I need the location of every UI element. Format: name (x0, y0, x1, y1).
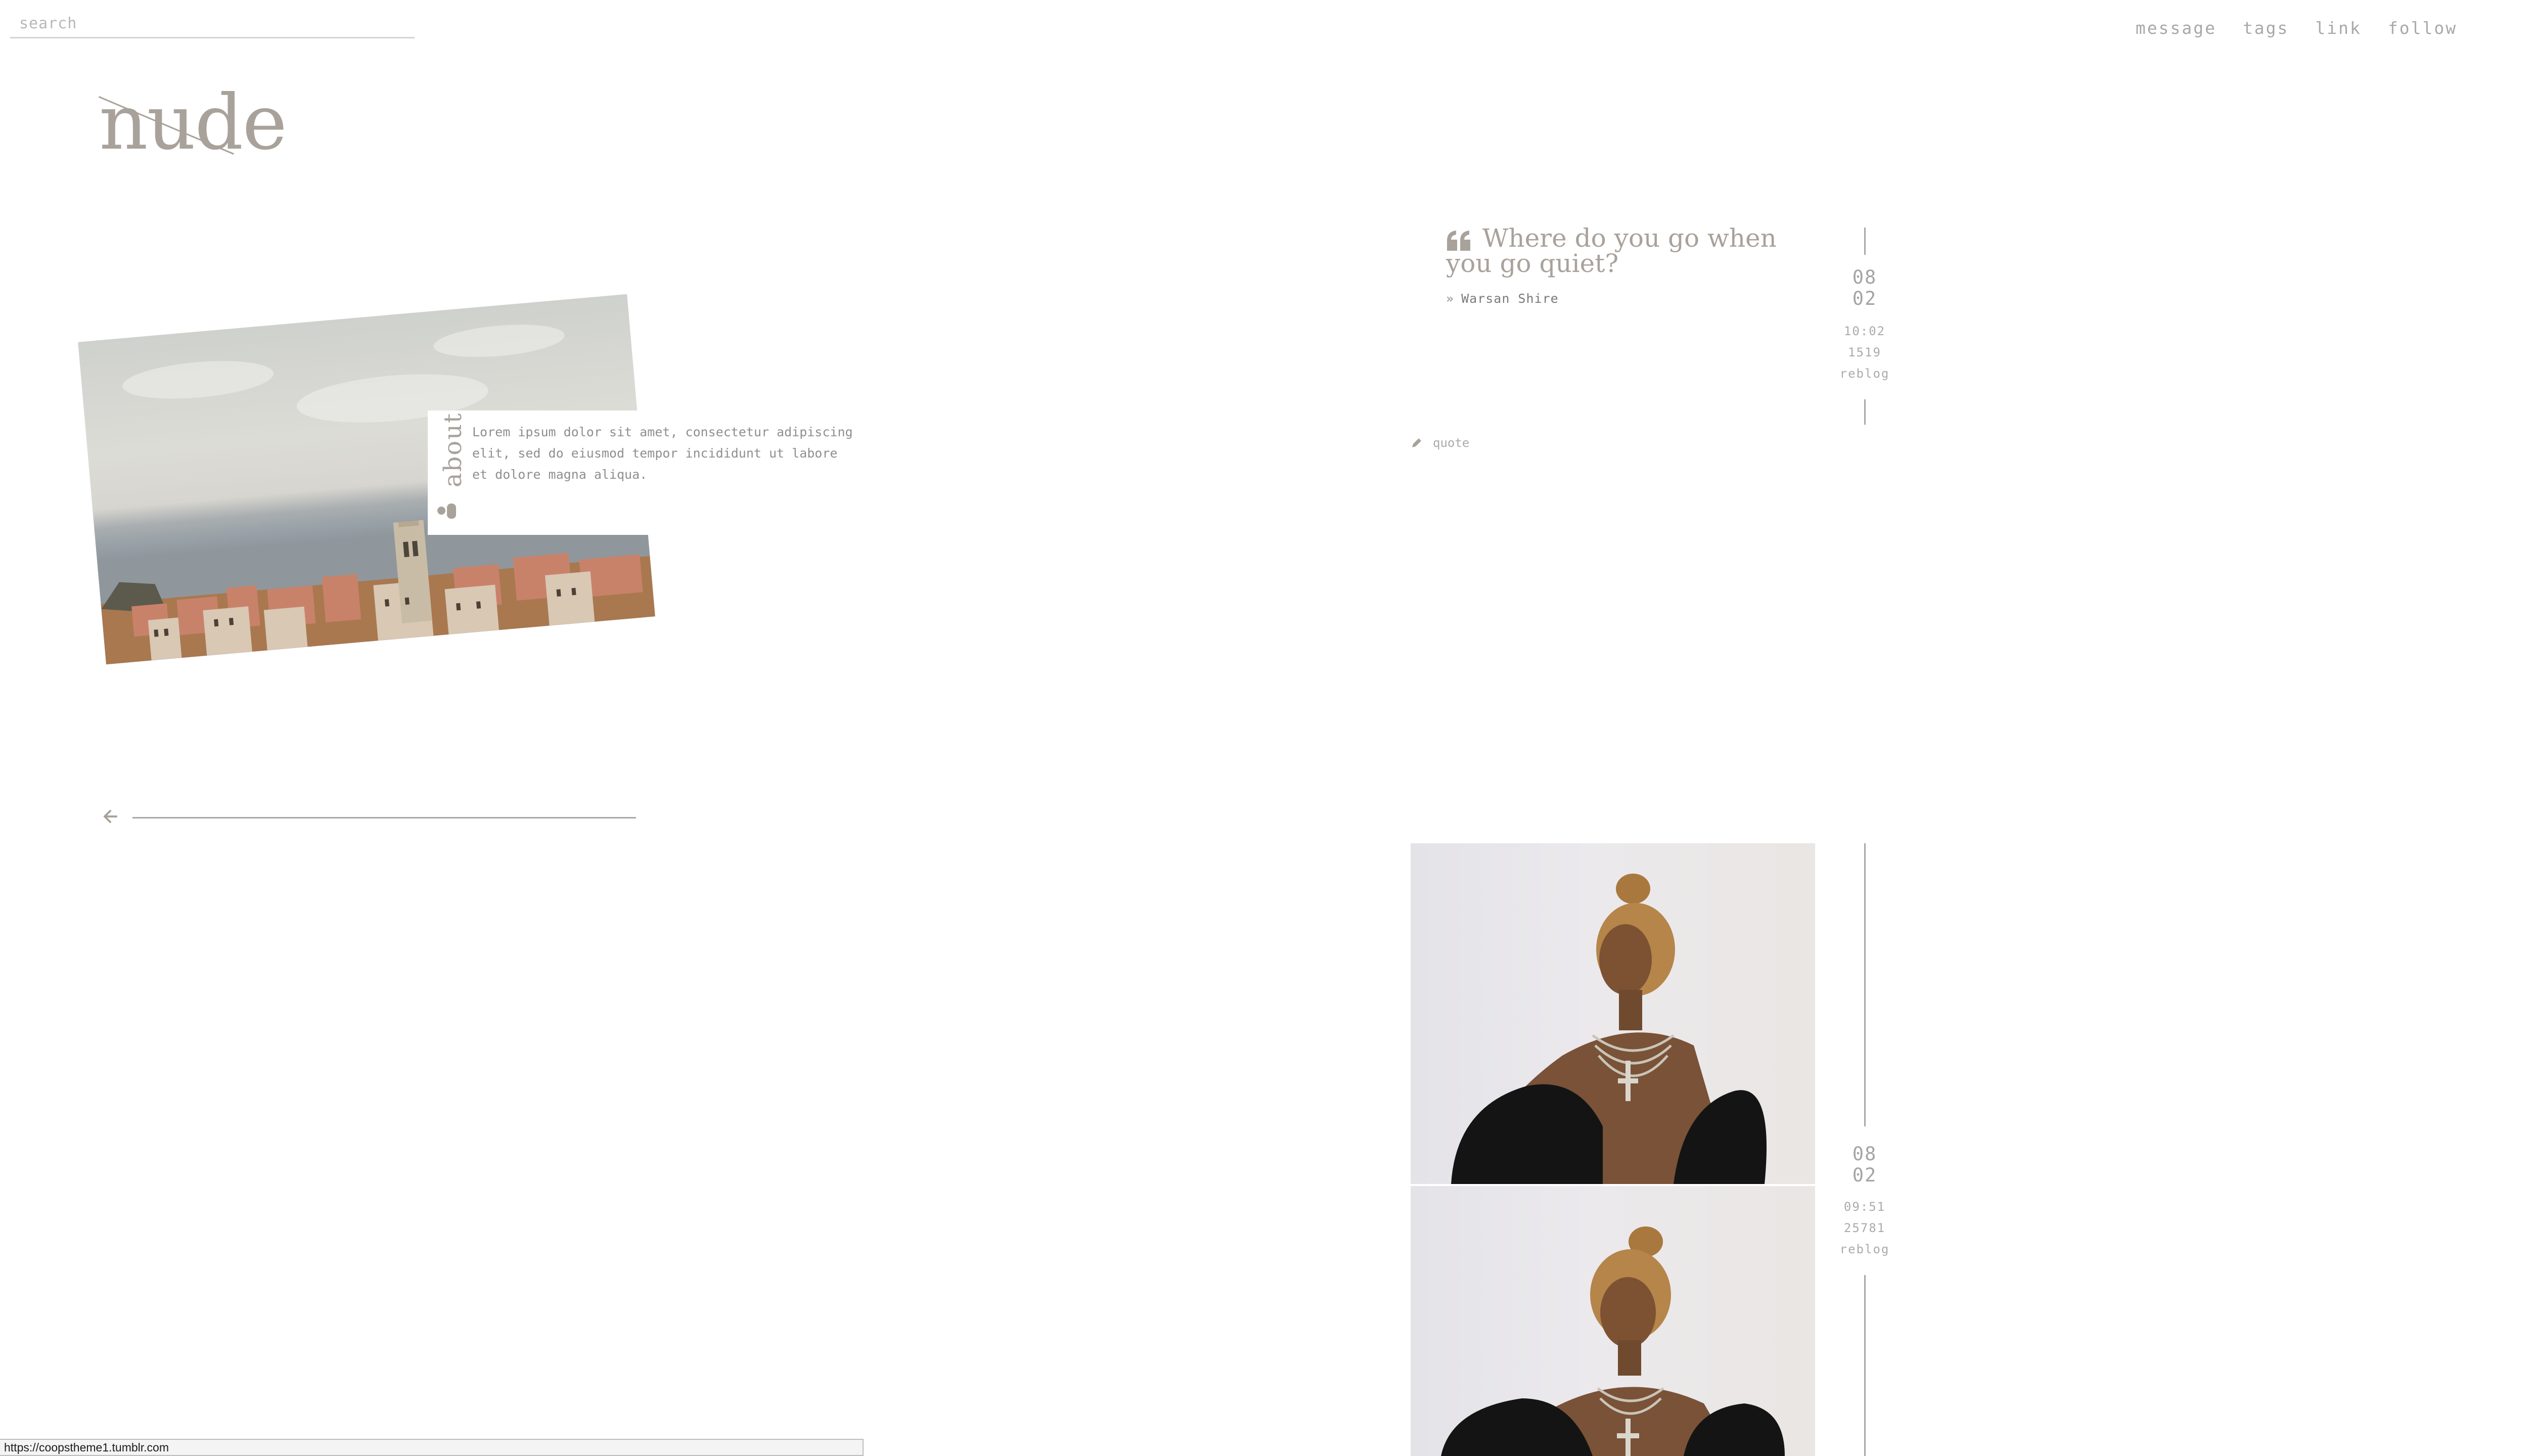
double-chevron-icon: » (1446, 291, 1455, 306)
browser-status-bar: https://coopstheme1.tumblr.com (0, 1439, 864, 1456)
site-logo[interactable]: nude (99, 85, 287, 161)
photoset-image[interactable] (1411, 1186, 1815, 1456)
post-notes[interactable]: 1519 (1824, 342, 1905, 363)
pencil-icon (1412, 438, 1421, 447)
post-time: 10:02 (1843, 324, 1886, 338)
post-date-month: 08 (1852, 266, 1877, 288)
quote-text: Where do you go when you go quiet? (1446, 223, 1777, 278)
post-meta: 08 02 09:51 25781 reblog (1824, 843, 1905, 1456)
search-bar (10, 9, 415, 38)
tag-link[interactable]: quote (1433, 436, 1469, 450)
photoset-image[interactable] (1411, 843, 1815, 1184)
post-tags: quote (1411, 436, 1469, 450)
post-notes[interactable]: 25781 (1824, 1217, 1905, 1239)
nav-message-link[interactable]: message (2136, 18, 2217, 38)
top-nav: message tags link follow (2136, 18, 2457, 38)
user-icon (437, 504, 456, 519)
about-heading: about (439, 412, 467, 487)
post-date-month: 08 (1852, 1143, 1877, 1165)
meta-divider (1864, 228, 1866, 255)
meta-divider (1864, 399, 1866, 425)
arrow-left-icon[interactable] (101, 808, 118, 825)
post-date-day: 02 (1852, 288, 1877, 309)
quote-source: » Warsan Shire (1446, 291, 1559, 306)
meta-divider (1864, 843, 1866, 1126)
reblog-link[interactable]: reblog (1824, 363, 1905, 384)
pagination-line (132, 817, 636, 818)
meta-divider (1864, 1275, 1866, 1456)
portrait-figure (1451, 874, 1767, 1184)
quote-author: Warsan Shire (1461, 291, 1559, 306)
nav-follow-link[interactable]: follow (2388, 18, 2457, 38)
post-date-day: 02 (1852, 1164, 1877, 1186)
post-time: 09:51 (1843, 1200, 1886, 1214)
nav-link-link[interactable]: link (2315, 18, 2361, 38)
nav-tags-link[interactable]: tags (2243, 18, 2289, 38)
about-description: Lorem ipsum dolor sit amet, consectetur … (472, 425, 853, 482)
reblog-link[interactable]: reblog (1824, 1239, 1905, 1260)
post-meta: 08 02 10:02 1519 reblog (1824, 228, 1905, 425)
search-input[interactable] (18, 13, 402, 33)
portrait-figure (1441, 1226, 1785, 1456)
about-card: about Lorem ipsum dolor sit amet, consec… (428, 411, 853, 535)
